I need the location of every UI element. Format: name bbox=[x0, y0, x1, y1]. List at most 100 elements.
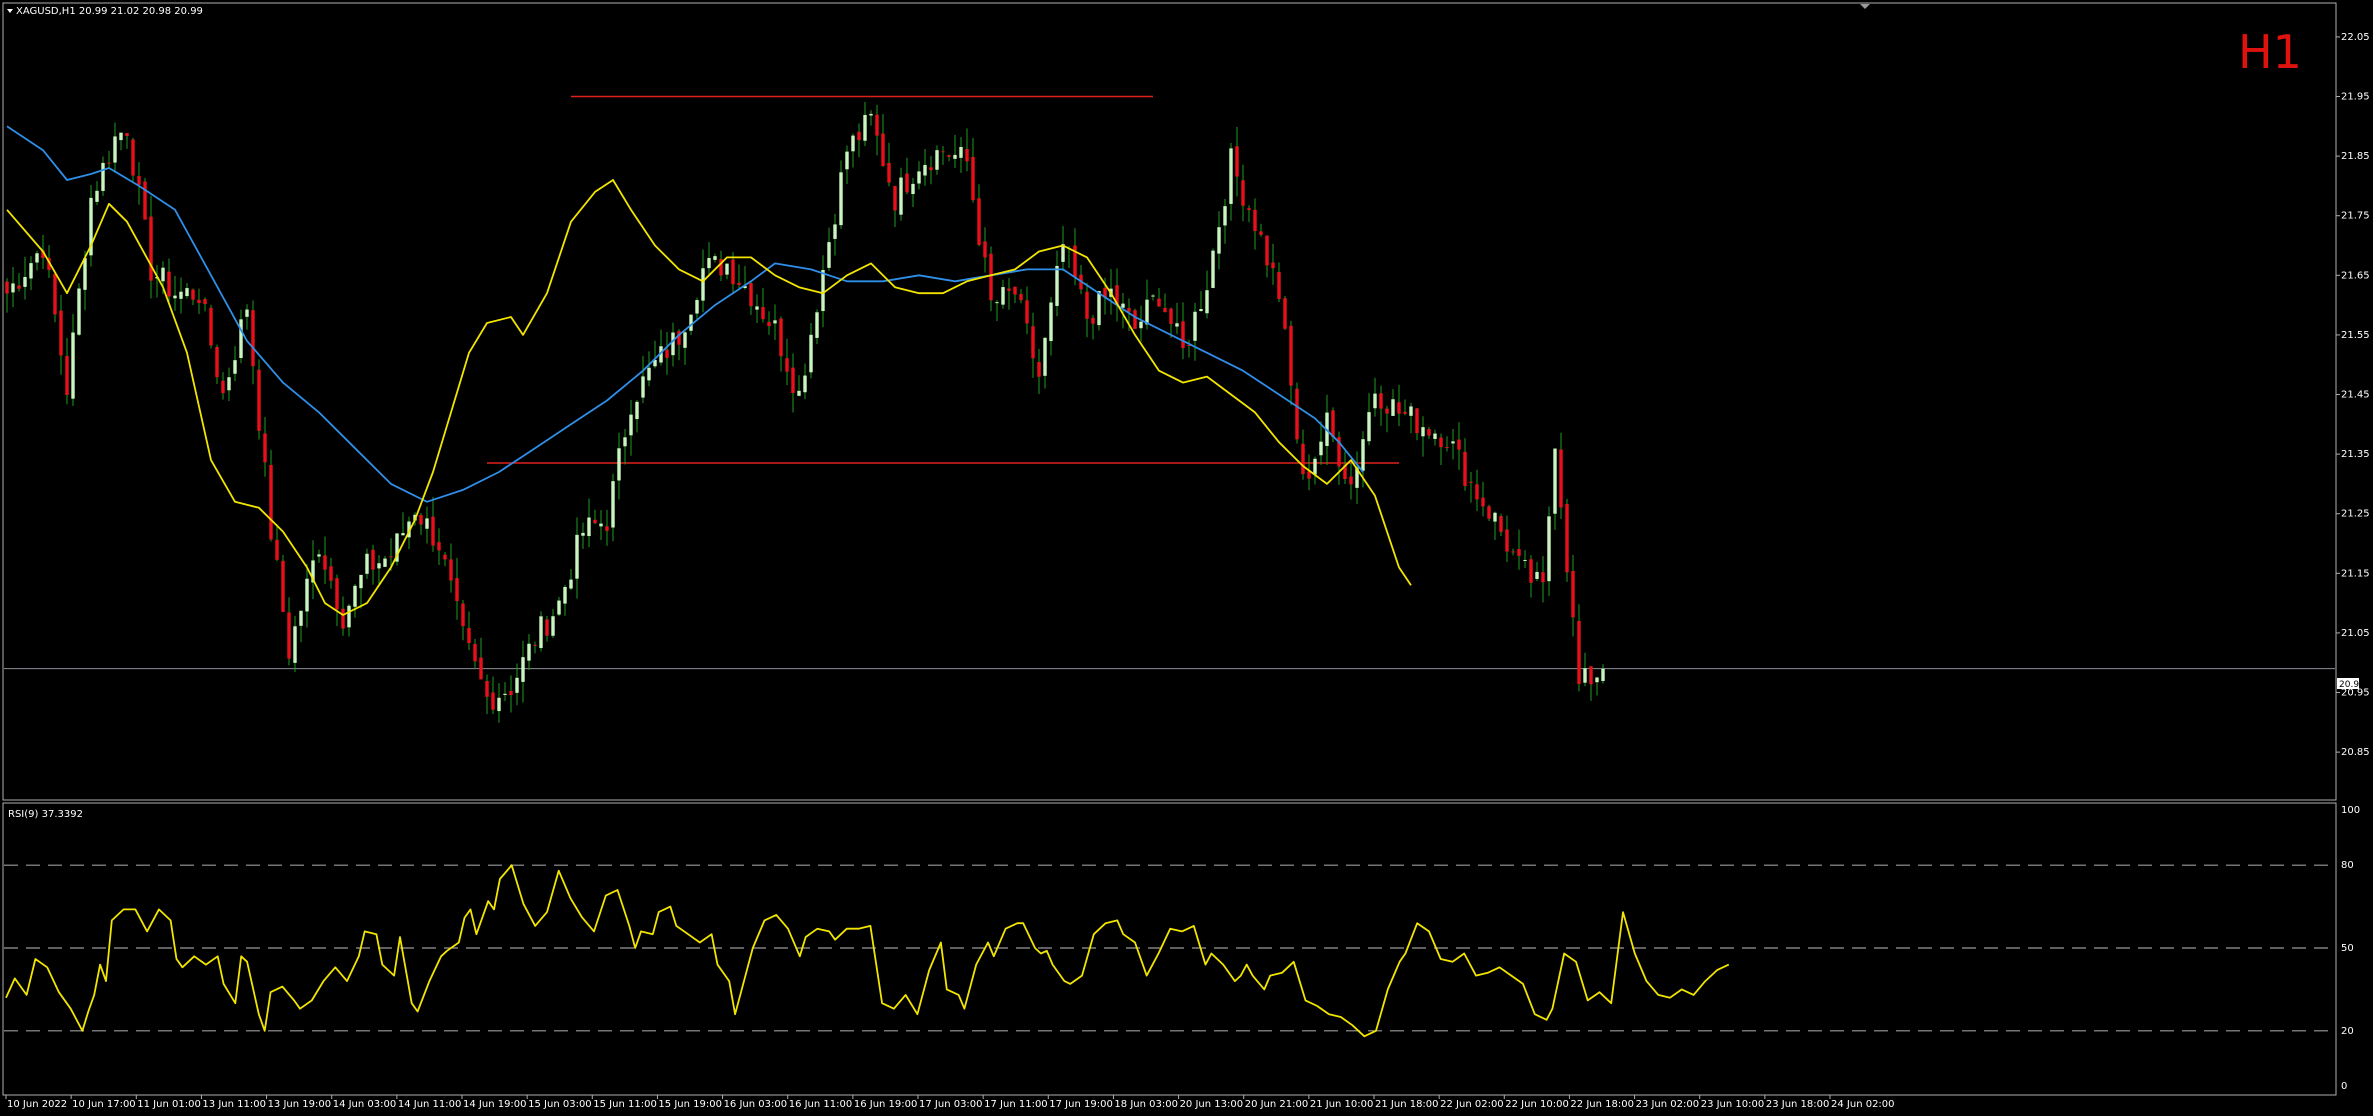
candle-body bbox=[905, 173, 909, 193]
candle-body bbox=[1379, 393, 1383, 409]
timeframe-label: H1 bbox=[2238, 25, 2302, 79]
candle-body bbox=[341, 608, 345, 629]
candle-body bbox=[1463, 451, 1467, 487]
candle-body bbox=[629, 414, 633, 436]
candle-body bbox=[1193, 311, 1197, 341]
candlestick-series bbox=[5, 102, 1605, 723]
candle-body bbox=[821, 270, 825, 312]
candle-body bbox=[737, 282, 741, 285]
candle-body bbox=[1175, 323, 1179, 327]
price-tick-label: 20.85 bbox=[2341, 747, 2370, 758]
candle-body bbox=[1565, 503, 1569, 573]
candle-body bbox=[845, 151, 849, 170]
candle-body bbox=[1049, 302, 1053, 342]
candle-body bbox=[1145, 299, 1149, 325]
candle-body bbox=[473, 644, 477, 662]
candle-body bbox=[185, 288, 189, 297]
candle-body bbox=[899, 177, 903, 215]
candle-body bbox=[725, 263, 729, 275]
symbol-header: XAGUSD,H1 20.99 21.02 20.98 20.99 bbox=[16, 6, 203, 17]
candle-body bbox=[689, 314, 693, 331]
rsi-axis: 100 80 50 20 0 bbox=[4, 805, 2360, 1092]
candle-body bbox=[1415, 408, 1419, 434]
candle-body bbox=[1091, 317, 1095, 324]
time-tick-label: 22 Jun 02:00 bbox=[1440, 1099, 1504, 1110]
time-tick-label: 14 Jun 11:00 bbox=[398, 1099, 462, 1110]
price-tick-label: 21.85 bbox=[2341, 151, 2370, 162]
candle-body bbox=[1589, 666, 1593, 685]
candle-body bbox=[947, 155, 951, 157]
time-tick-label: 18 Jun 03:00 bbox=[1114, 1099, 1178, 1110]
candle-body bbox=[521, 657, 525, 682]
candle-body bbox=[1157, 298, 1161, 307]
candle-body bbox=[749, 283, 753, 307]
candle-body bbox=[329, 566, 333, 581]
candle-body bbox=[347, 605, 351, 628]
candle-body bbox=[17, 285, 21, 289]
candle-body bbox=[755, 306, 759, 310]
candle-body bbox=[1505, 529, 1509, 552]
candle-body bbox=[431, 516, 435, 546]
candle-body bbox=[425, 518, 429, 529]
time-tick-label: 23 Jun 02:00 bbox=[1636, 1099, 1700, 1110]
time-tick-label: 15 Jun 19:00 bbox=[658, 1099, 722, 1110]
candle-body bbox=[101, 162, 105, 191]
candle-body bbox=[533, 644, 537, 646]
candle-body bbox=[359, 574, 363, 589]
candle-body bbox=[935, 150, 939, 170]
symbol-dropdown-icon[interactable] bbox=[7, 9, 13, 13]
candle-body bbox=[1151, 295, 1155, 297]
candle-body bbox=[1433, 433, 1437, 439]
candle-body bbox=[785, 358, 789, 372]
candle-body bbox=[1493, 512, 1497, 522]
price-tick-label: 21.05 bbox=[2341, 628, 2370, 639]
price-tick-label: 21.25 bbox=[2341, 509, 2370, 520]
candle-body bbox=[1217, 227, 1221, 254]
candle-body bbox=[1421, 427, 1425, 437]
candle-body bbox=[1007, 288, 1011, 291]
candle-body bbox=[65, 355, 69, 395]
time-tick-label: 15 Jun 03:00 bbox=[528, 1099, 592, 1110]
scroll-marker-icon[interactable] bbox=[1860, 4, 1870, 9]
candle-body bbox=[1055, 265, 1059, 306]
candle-body bbox=[1547, 516, 1551, 582]
candle-body bbox=[221, 380, 225, 394]
candle-body bbox=[1541, 572, 1545, 583]
candle-body bbox=[539, 616, 543, 649]
candle-body bbox=[617, 448, 621, 481]
candle-body bbox=[953, 154, 957, 159]
candle-body bbox=[1409, 406, 1413, 416]
price-tick-label: 21.35 bbox=[2341, 449, 2370, 460]
candle-body bbox=[125, 133, 129, 136]
candle-body bbox=[863, 114, 867, 141]
candle-body bbox=[389, 556, 393, 558]
candle-body bbox=[1199, 309, 1203, 312]
candle-body bbox=[1169, 308, 1173, 324]
candle-body bbox=[623, 437, 627, 447]
candle-body bbox=[209, 307, 213, 346]
candle-body bbox=[671, 332, 675, 356]
candle-body bbox=[551, 616, 555, 636]
candle-body bbox=[1517, 549, 1521, 556]
candle-body bbox=[1085, 291, 1089, 319]
time-tick-label: 22 Jun 18:00 bbox=[1570, 1099, 1634, 1110]
candle-body bbox=[1361, 439, 1365, 471]
candle-body bbox=[599, 523, 603, 527]
price-tick-label: 21.95 bbox=[2341, 92, 2370, 103]
candle-body bbox=[1553, 448, 1557, 514]
candle-body bbox=[383, 558, 387, 567]
candle-body bbox=[497, 697, 501, 712]
candle-body bbox=[923, 164, 927, 176]
candle-body bbox=[1223, 206, 1227, 226]
candle-body bbox=[1097, 291, 1101, 326]
candle-body bbox=[35, 253, 39, 263]
candle-body bbox=[869, 113, 873, 116]
candle-body bbox=[527, 643, 531, 661]
candle-body bbox=[83, 258, 87, 290]
candle-body bbox=[299, 610, 303, 626]
candle-body bbox=[707, 258, 711, 269]
candle-body bbox=[1295, 388, 1299, 440]
candle-body bbox=[239, 319, 243, 358]
time-tick-label: 20 Jun 13:00 bbox=[1180, 1099, 1244, 1110]
candle-body bbox=[437, 542, 441, 551]
